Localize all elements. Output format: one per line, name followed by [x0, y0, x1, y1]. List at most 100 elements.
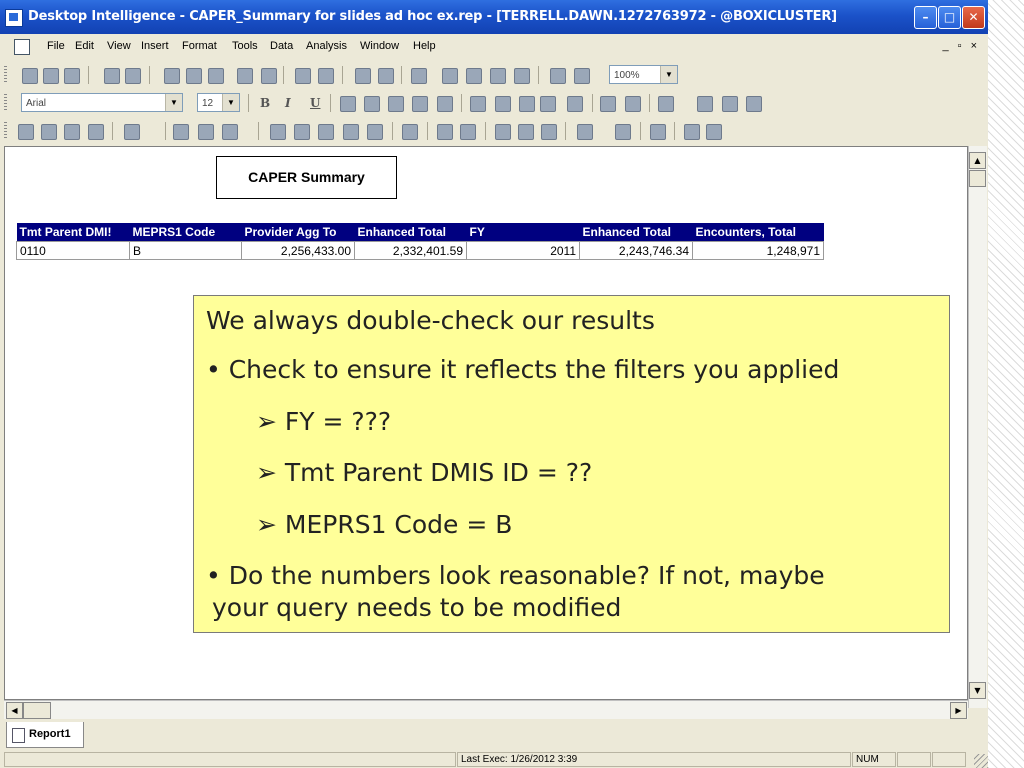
minimize-button[interactable]: –	[914, 6, 937, 29]
copy-format-icon[interactable]	[706, 124, 722, 140]
percent-calc-icon[interactable]	[294, 124, 310, 140]
horizontal-scroll-thumb[interactable]	[23, 702, 51, 719]
document-icon[interactable]	[14, 39, 30, 55]
table-cell[interactable]: 2011	[466, 241, 580, 260]
scroll-left-icon[interactable]: ◀	[6, 702, 23, 719]
chevron-down-icon[interactable]: ▼	[222, 94, 239, 111]
toolbar-grip[interactable]	[4, 122, 7, 140]
save-icon[interactable]	[64, 68, 80, 84]
font-name-select[interactable]: Arial ▼	[21, 93, 183, 112]
menu-format[interactable]: Format	[182, 40, 217, 52]
table-row[interactable]: 0110 B 2,256,433.00 2,332,401.59 2011 2,…	[16, 241, 824, 260]
column-header[interactable]: Tmt Parent DMI!	[16, 223, 130, 242]
align-center-icon[interactable]	[364, 96, 380, 112]
column-header[interactable]: Encounters, Total	[692, 223, 824, 242]
new-icon[interactable]	[22, 68, 38, 84]
menu-analysis[interactable]: Analysis	[306, 40, 347, 52]
paste-special-icon[interactable]	[237, 68, 253, 84]
query-panel-icon[interactable]	[514, 68, 530, 84]
menu-edit[interactable]: Edit	[75, 40, 94, 52]
zoom-select[interactable]: 100% ▼	[609, 65, 678, 84]
print-icon[interactable]	[104, 68, 120, 84]
indent-icon[interactable]	[625, 96, 641, 112]
merge-icon[interactable]	[437, 96, 453, 112]
borders-icon[interactable]	[658, 96, 674, 112]
alerter-icon[interactable]	[460, 124, 476, 140]
percent-icon[interactable]	[495, 96, 511, 112]
table-format-icon[interactable]	[615, 124, 631, 140]
delete-icon[interactable]	[261, 68, 277, 84]
rank-icon[interactable]	[318, 124, 334, 140]
horizontal-scrollbar[interactable]: ◀ ▶	[4, 700, 968, 719]
variables-icon[interactable]	[343, 124, 359, 140]
break-icon[interactable]	[124, 124, 140, 140]
align-right-icon[interactable]	[388, 96, 404, 112]
camera-icon[interactable]	[650, 124, 666, 140]
italic-button[interactable]: I	[285, 96, 291, 110]
table-cell[interactable]: 2,256,433.00	[241, 241, 355, 260]
font-size-select[interactable]: 12 ▼	[197, 93, 240, 112]
print-preview-icon[interactable]	[125, 68, 141, 84]
scroll-down-icon[interactable]: ▼	[969, 682, 986, 699]
increase-decimal-icon[interactable]	[540, 96, 556, 112]
insert-crosstab-icon[interactable]	[41, 124, 57, 140]
properties-icon[interactable]	[541, 124, 557, 140]
chevron-down-icon[interactable]: ▼	[660, 66, 677, 83]
templates-icon[interactable]	[495, 124, 511, 140]
close-button[interactable]: ✕	[962, 6, 985, 29]
justify-icon[interactable]	[412, 96, 428, 112]
sort-icon[interactable]	[222, 124, 238, 140]
table-cell[interactable]: 0110	[16, 241, 130, 260]
decrease-decimal-icon[interactable]	[567, 96, 583, 112]
find-icon[interactable]	[295, 68, 311, 84]
bold-button[interactable]: B	[260, 96, 270, 110]
table-cell[interactable]: 1,248,971	[692, 241, 824, 260]
format-painter-icon[interactable]	[518, 124, 534, 140]
insert-form-icon[interactable]	[64, 124, 80, 140]
menu-data[interactable]: Data	[270, 40, 293, 52]
scroll-up-icon[interactable]: ▲	[969, 152, 986, 169]
section-icon[interactable]	[173, 124, 189, 140]
title-bar[interactable]: Desktop Intelligence - CAPER_Summary for…	[0, 0, 988, 34]
paste-icon[interactable]	[208, 68, 224, 84]
copy-icon[interactable]	[186, 68, 202, 84]
table-cell[interactable]: 2,332,401.59	[354, 241, 467, 260]
currency-icon[interactable]	[470, 96, 486, 112]
redo-icon[interactable]	[378, 68, 394, 84]
report-manager-icon[interactable]	[411, 68, 427, 84]
slice-dice-icon[interactable]	[402, 124, 418, 140]
resize-grip[interactable]	[974, 754, 988, 768]
toolbar-grip[interactable]	[4, 66, 7, 84]
mdi-controls[interactable]: _ ▫ ×	[942, 40, 980, 52]
insert-chart-icon[interactable]	[88, 124, 104, 140]
zoom-icon[interactable]	[574, 68, 590, 84]
toolbar-grip[interactable]	[4, 94, 7, 112]
table-cell[interactable]: 2,243,746.34	[579, 241, 693, 260]
drill-icon[interactable]	[367, 124, 383, 140]
menu-tools[interactable]: Tools	[232, 40, 258, 52]
column-header[interactable]: Enhanced Total	[354, 223, 467, 242]
scroll-thumb[interactable]	[969, 170, 986, 187]
undo-icon[interactable]	[355, 68, 371, 84]
report-table[interactable]: Tmt Parent DMI! MEPRS1 Code Provider Agg…	[16, 223, 824, 260]
column-header[interactable]: MEPRS1 Code	[129, 223, 242, 242]
cut-icon[interactable]	[164, 68, 180, 84]
chart-type-icon[interactable]	[577, 124, 593, 140]
structure-icon[interactable]	[442, 68, 458, 84]
report-title[interactable]: CAPER Summary	[216, 156, 397, 199]
menu-window[interactable]: Window	[360, 40, 399, 52]
insert-table-icon[interactable]	[18, 124, 34, 140]
refresh-icon[interactable]	[466, 68, 482, 84]
group-icon[interactable]	[437, 124, 453, 140]
column-header[interactable]: Provider Agg To	[241, 223, 355, 242]
column-header[interactable]: FY	[466, 223, 580, 242]
fill-color-icon[interactable]	[722, 96, 738, 112]
sum-icon[interactable]	[270, 124, 286, 140]
outdent-icon[interactable]	[600, 96, 616, 112]
chevron-down-icon[interactable]: ▼	[165, 94, 182, 111]
filter-icon[interactable]	[198, 124, 214, 140]
font-color-icon[interactable]	[697, 96, 713, 112]
border-color-icon[interactable]	[746, 96, 762, 112]
column-header[interactable]: Enhanced Total	[579, 223, 693, 242]
data-manager-icon[interactable]	[490, 68, 506, 84]
